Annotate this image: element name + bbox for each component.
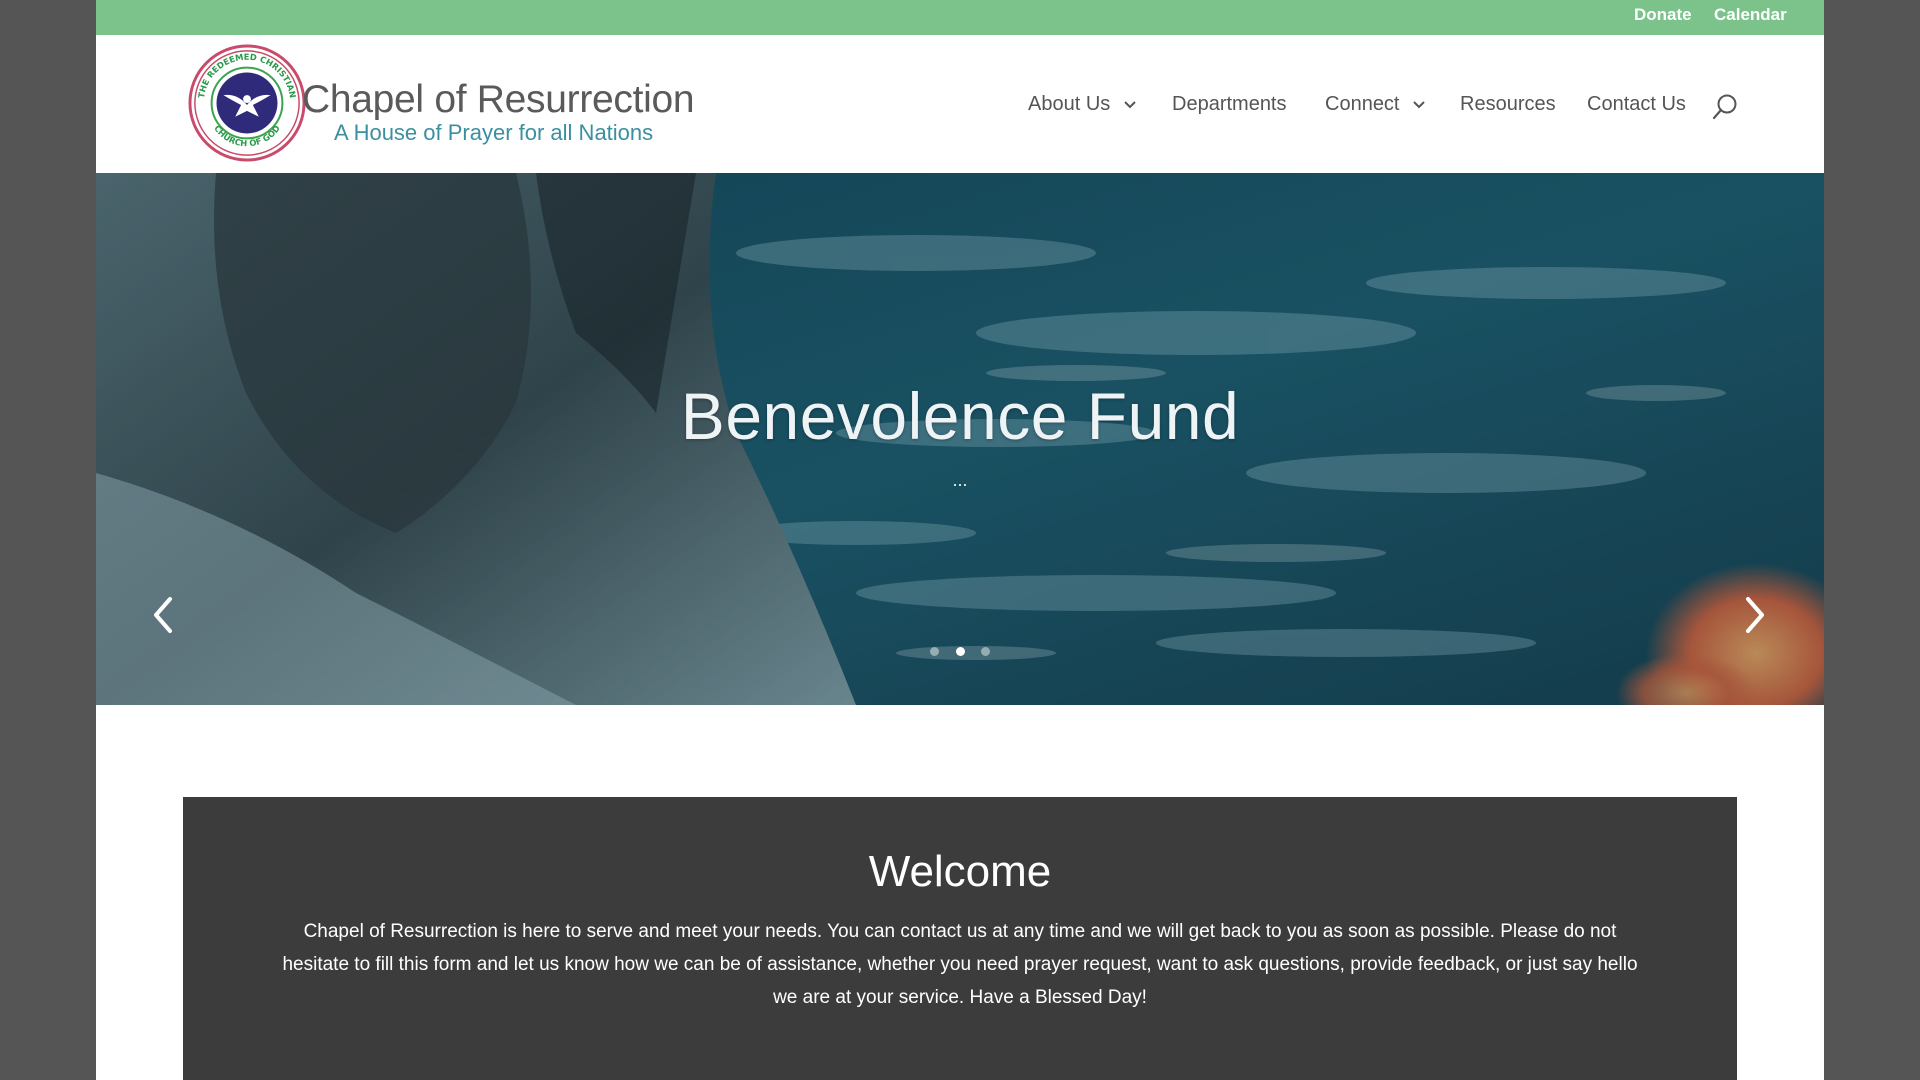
nav-connect[interactable]: Connect [1325, 93, 1425, 116]
nav-label: Connect [1325, 93, 1400, 115]
slide-dot-1[interactable] [930, 647, 940, 656]
calendar-link[interactable]: Calendar [1714, 5, 1787, 25]
welcome-body: Chapel of Resurrection is here to serve … [282, 921, 1638, 1008]
chevron-left-icon[interactable] [148, 593, 178, 637]
logo-tagline: A House of Prayer for all Nations [334, 120, 654, 145]
hero-subtitle: ... [952, 470, 968, 490]
donate-link[interactable]: Donate [1634, 5, 1692, 25]
hero-title: Benevolence Fund [680, 379, 1240, 453]
nav-label: About Us [1028, 93, 1111, 115]
slide-dot-3[interactable] [980, 647, 990, 656]
hero-slider: Benevolence Fund ... [96, 173, 1824, 705]
top-bar: Donate Calendar [96, 0, 1824, 35]
nav-label: Departments [1172, 93, 1287, 115]
nav-label: Resources [1460, 93, 1556, 115]
chevron-down-icon [1124, 101, 1136, 109]
church-seal-logo: THE REDEEMED CHRISTIAN CHURCH OF GOD [188, 44, 306, 162]
welcome-section: Welcome Chapel of Resurrection is here t… [183, 797, 1737, 1080]
page-container: Donate Calendar THE REDEEMED CHRISTIAN C… [96, 0, 1824, 1080]
nav-contact-us[interactable]: Contact Us [1587, 93, 1686, 116]
nav-about-us[interactable]: About Us [1028, 93, 1136, 116]
slider-pagination [96, 643, 1824, 661]
logo-title: Chapel of Resurrection [302, 78, 695, 121]
nav-resources[interactable]: Resources [1460, 93, 1556, 116]
chevron-right-icon[interactable] [1740, 593, 1770, 637]
search-icon[interactable] [1712, 93, 1738, 121]
welcome-title: Welcome [868, 847, 1052, 896]
site-header: THE REDEEMED CHRISTIAN CHURCH OF GOD Cha… [96, 35, 1824, 173]
nav-departments[interactable]: Departments [1172, 93, 1287, 116]
nav-label: Contact Us [1587, 93, 1686, 115]
slide-dot-2[interactable] [955, 647, 965, 656]
chevron-down-icon [1413, 101, 1425, 109]
